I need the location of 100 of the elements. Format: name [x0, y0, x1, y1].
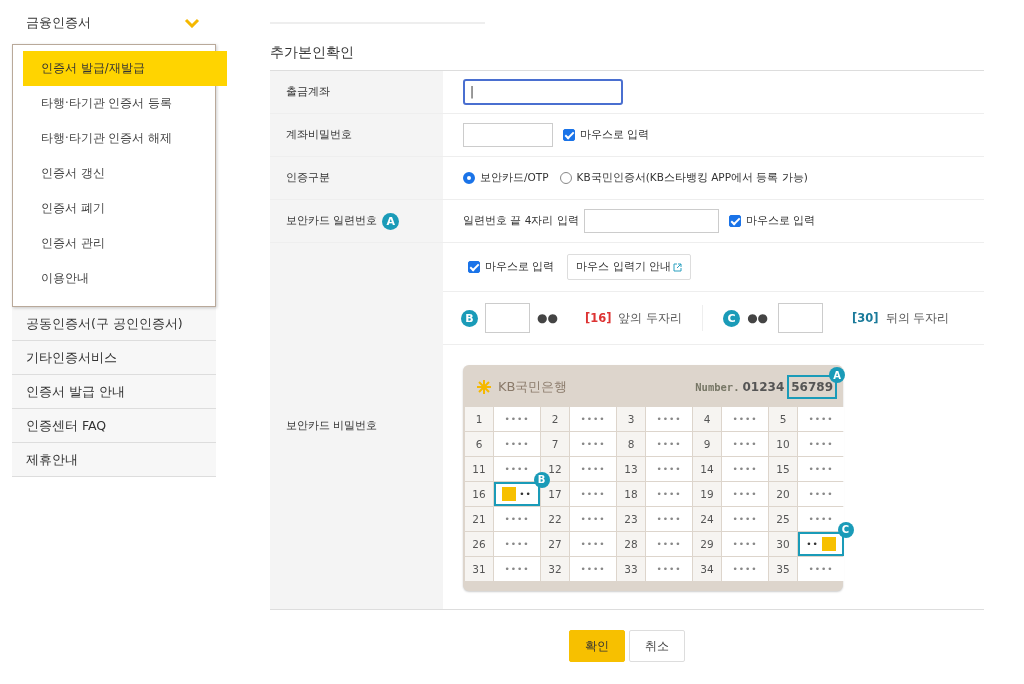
menu-heading[interactable]: 금융인증서 [26, 14, 91, 32]
code-cell: •••• [722, 557, 768, 581]
cell-number: 30 [769, 532, 797, 556]
chevron-icon[interactable] [184, 18, 200, 28]
field-label: 계좌비밀번호 [286, 128, 352, 142]
code-cell: •••• [722, 507, 768, 531]
masked-digits: •• [519, 488, 532, 501]
code-cell: •••• [798, 457, 844, 481]
cell-number: 29 [693, 532, 721, 556]
code-cell: •••• [494, 557, 540, 581]
checkbox[interactable] [563, 129, 575, 141]
checkbox[interactable] [728, 215, 741, 227]
cell-number: 16 [465, 482, 493, 506]
masked-digits: ●● [747, 311, 769, 325]
digit-hint: 앞의 두자리 [618, 310, 683, 326]
cell-number: 23 [617, 507, 645, 531]
masked-digits: ●● [537, 311, 558, 325]
submenu-item[interactable]: 인증서 관리 [13, 226, 215, 261]
code-cell: •••• [798, 407, 844, 431]
sidebar-item[interactable]: 기타인증서비스 [12, 341, 216, 375]
cell-number: 18 [617, 482, 645, 506]
sidebar-item[interactable]: 공동인증서(구 공인인증서) [12, 307, 216, 341]
submenu-item[interactable]: 타행·타기관 인증서 등록 [13, 86, 215, 121]
code-cell: •••• [722, 457, 768, 481]
checkbox[interactable] [468, 261, 480, 273]
highlight-square [502, 487, 517, 501]
callout-badge: C [723, 309, 741, 327]
radio-button[interactable] [463, 172, 475, 184]
code-cell: •••• [494, 532, 540, 556]
serial-field[interactable] [583, 209, 719, 233]
guide-button[interactable]: 마우스 입력기 안내 [567, 254, 692, 280]
field-label: 보안카드 비밀번호 [286, 419, 378, 433]
cancel-button[interactable]: 취소 [629, 630, 685, 662]
callout-badge: B [461, 309, 478, 327]
submenu-item[interactable]: 인증서 폐기 [13, 191, 215, 226]
code-cell: •••• [570, 557, 616, 581]
code-cell: •••• [798, 482, 844, 506]
cell-number: 17 [541, 482, 569, 506]
cell-number: 24 [693, 507, 721, 531]
cell-number: 20 [769, 482, 797, 506]
code-cell: •••• [570, 507, 616, 531]
submenu-item[interactable]: 이용안내 [13, 261, 215, 296]
field-label: 인증구분 [286, 171, 330, 185]
code-cell: •••• [570, 482, 616, 506]
cell-number: 6 [465, 432, 493, 456]
external-link-icon [673, 262, 683, 272]
cell-number: 33 [617, 557, 645, 581]
code-cell: •••• [646, 482, 692, 506]
cell-number: 31 [465, 557, 493, 581]
code-cell: •••• [798, 557, 844, 581]
code-cell: •••• [570, 532, 616, 556]
card-number: 01234 [742, 380, 785, 394]
cell-number: 4 [693, 407, 721, 431]
code-cell: •••• [646, 507, 692, 531]
digit-field[interactable] [778, 303, 824, 333]
cell-number: 34 [693, 557, 721, 581]
cell-number: 14 [693, 457, 721, 481]
digit-field[interactable] [485, 303, 530, 333]
field-hint: 일련번호 끝 4자리 입력 [463, 214, 579, 228]
code-cell: •••• [722, 432, 768, 456]
code-cell: •••• [494, 507, 540, 531]
code-cell: •••• [722, 532, 768, 556]
section-title: 추가본인확인 [270, 44, 355, 62]
submenu-item[interactable]: 타행·타기관 인증서 해제 [13, 121, 215, 156]
cell-index: [30] [852, 311, 879, 325]
cell-number: 1 [465, 407, 493, 431]
code-cell: •••• [646, 532, 692, 556]
code-cell: •••• [646, 557, 692, 581]
masked-digits: •• [806, 538, 819, 551]
account-field[interactable]: | [463, 79, 623, 105]
password-field[interactable] [463, 123, 553, 147]
cell-number: 35 [769, 557, 797, 581]
submenu-item[interactable]: 인증서 발급/재발급 [23, 51, 227, 86]
cell-number: 5 [769, 407, 797, 431]
cell-number: 19 [693, 482, 721, 506]
confirm-button[interactable]: 확인 [569, 630, 625, 662]
checkbox-label: 마우스로 입력 [580, 128, 650, 142]
checkbox-label: 마우스로 입력 [485, 260, 555, 274]
cell-number: 7 [541, 432, 569, 456]
code-cell: •••• [722, 407, 768, 431]
code-cell: •••• [646, 407, 692, 431]
field-label: 보안카드 일련번호 [286, 214, 378, 228]
cell-number: 11 [465, 457, 493, 481]
cell-number: 26 [465, 532, 493, 556]
bank-name: KB국민은행 [498, 378, 568, 396]
submenu-item[interactable]: 인증서 갱신 [13, 156, 215, 191]
sidebar-item[interactable]: 제휴안내 [12, 443, 216, 477]
cell-number: 27 [541, 532, 569, 556]
callout-badge: A [382, 212, 400, 230]
cell-number: 10 [769, 432, 797, 456]
cell-number: 21 [465, 507, 493, 531]
sidebar-item[interactable]: 인증센터 FAQ [12, 409, 216, 443]
sidebar-item[interactable]: 인증서 발급 안내 [12, 375, 216, 409]
field-label: 출금계좌 [286, 85, 330, 99]
code-cell: •••• [570, 432, 616, 456]
radio-label: 보안카드/OTP [480, 171, 549, 185]
callout-badge: A [829, 367, 845, 383]
checkbox-label: 마우스로 입력 [745, 214, 816, 228]
cell-number: 28 [617, 532, 645, 556]
code-cell: •••• [722, 482, 768, 506]
